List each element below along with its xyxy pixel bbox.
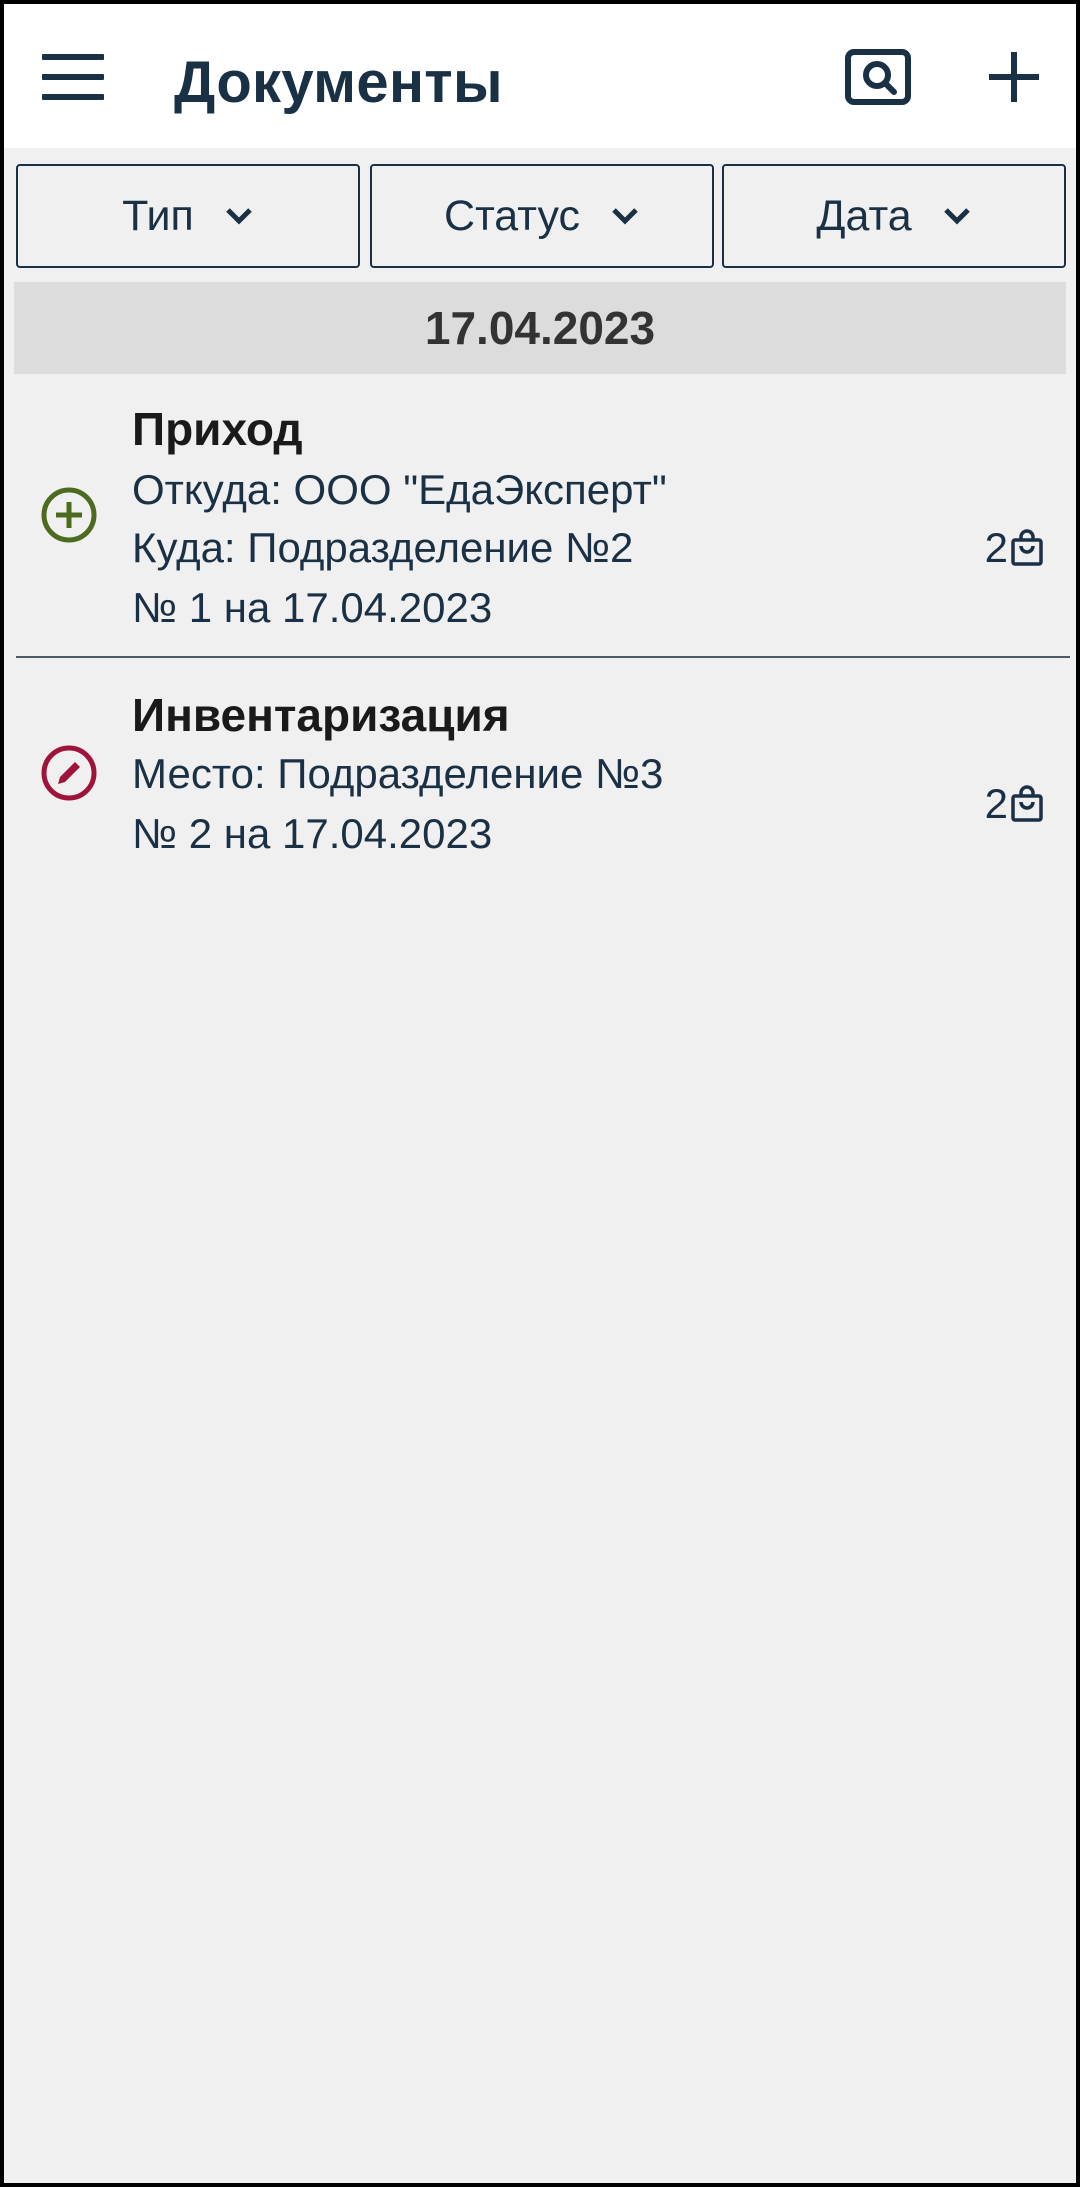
chevron-down-icon	[943, 208, 970, 225]
document-from: Откуда: ООО "ЕдаЭксперт"	[132, 466, 667, 513]
scan-search-icon[interactable]	[844, 48, 918, 108]
filter-type[interactable]: Тип	[16, 164, 360, 268]
chevron-down-icon	[612, 208, 638, 225]
document-item[interactable]: Приход Откуда: ООО "ЕдаЭксперт" Куда: По…	[14, 394, 1070, 654]
edit-circle-icon	[41, 745, 97, 801]
date-group-header: 17.04.2023	[14, 282, 1066, 374]
item-count: 2	[985, 524, 1044, 572]
filter-date-label: Дата	[816, 191, 912, 240]
item-count-value: 2	[984, 780, 1008, 827]
filter-status-label: Статус	[444, 191, 580, 240]
document-type: Приход	[132, 403, 303, 455]
add-circle-icon	[41, 487, 97, 543]
plus-icon[interactable]	[984, 48, 1044, 108]
document-place: Место: Подразделение №3	[132, 750, 664, 797]
document-number: № 2 на 17.04.2023	[132, 810, 493, 857]
shopping-bag-icon	[1011, 529, 1043, 566]
shopping-bag-icon	[1011, 785, 1043, 822]
filter-date[interactable]: Дата	[722, 164, 1066, 268]
list-divider	[16, 656, 1070, 658]
item-count: 2	[985, 780, 1044, 828]
filter-bar: Тип Статус Дата	[16, 164, 1068, 270]
screen: Документы Тип Статус Дата 17.04.2023 При…	[0, 0, 1080, 2187]
item-count-value: 2	[984, 524, 1008, 571]
chevron-down-icon	[226, 208, 252, 225]
filter-status[interactable]: Статус	[370, 164, 714, 268]
app-bar: Документы	[4, 4, 1076, 148]
document-number: № 1 на 17.04.2023	[132, 584, 493, 631]
hamburger-menu-icon[interactable]	[42, 52, 108, 102]
page-title: Документы	[174, 50, 503, 115]
document-item[interactable]: Инвентаризация Место: Подразделение №3 №…	[14, 680, 1070, 880]
filter-type-label: Тип	[122, 191, 194, 240]
document-type: Инвентаризация	[132, 689, 510, 741]
document-to: Куда: Подразделение №2	[132, 524, 634, 571]
